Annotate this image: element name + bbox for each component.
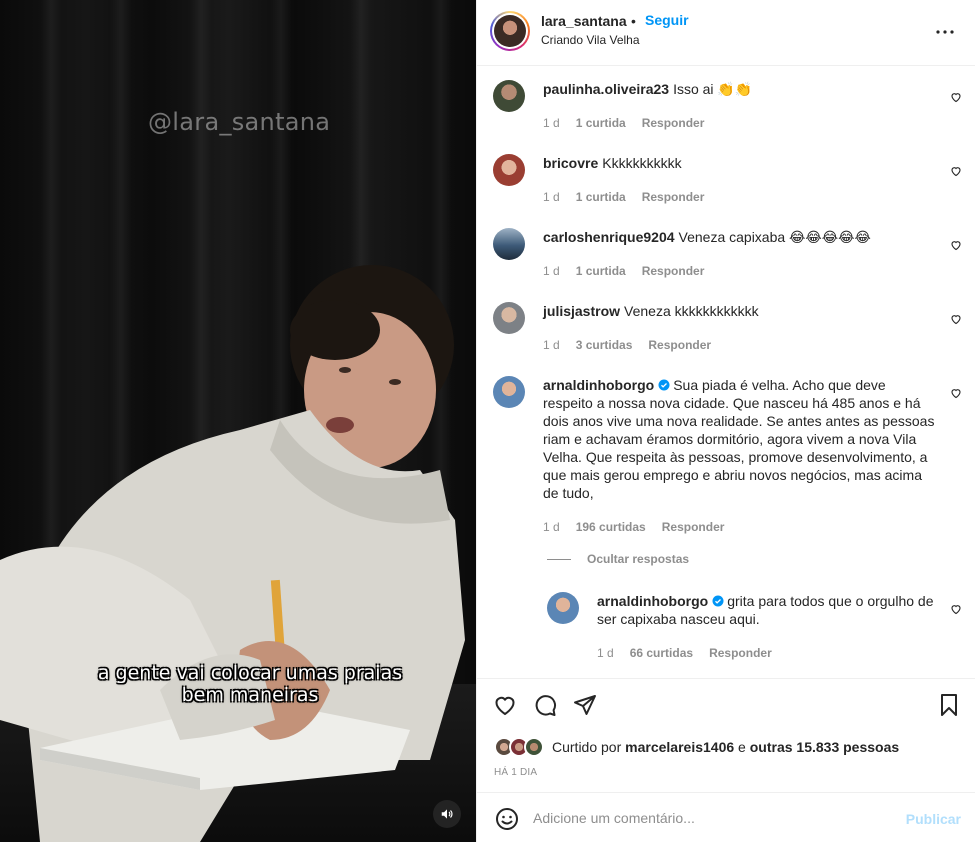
post-header: lara_santana • Seguir Criando Vila Velha — [477, 0, 975, 66]
publish-button[interactable]: Publicar — [906, 811, 961, 827]
header-separator: • — [631, 13, 636, 29]
likes-prefix: Curtido por — [552, 739, 622, 755]
comment-text: Kkkkkkkkkkk — [602, 155, 682, 171]
comment-input[interactable] — [533, 805, 893, 831]
commenter-avatar[interactable] — [493, 228, 525, 260]
reply-reply-button[interactable]: Responder — [709, 646, 772, 660]
reply-avatar[interactable] — [547, 592, 579, 624]
hide-replies-button[interactable]: Ocultar respostas — [547, 552, 689, 566]
comment-username[interactable]: arnaldinhoborgo — [543, 377, 654, 393]
video-frame-person — [0, 265, 465, 842]
reply-likes[interactable]: 66 curtidas — [630, 646, 693, 660]
comment-age[interactable]: 1 d — [543, 338, 560, 352]
commenter-avatar[interactable] — [493, 154, 525, 186]
post-location[interactable]: Criando Vila Velha — [541, 33, 640, 47]
author-avatar[interactable] — [490, 11, 530, 51]
liker-avatars[interactable] — [494, 737, 548, 757]
posted-time[interactable]: HÁ 1 DIA — [494, 767, 537, 778]
comment-heart-icon[interactable] — [950, 165, 962, 177]
bookmark-icon[interactable] — [937, 693, 961, 717]
likes-summary: Curtido por marcelareis1406 e outras 15.… — [494, 736, 899, 758]
comment-username[interactable]: bricovre — [543, 155, 598, 171]
reply-button[interactable]: Responder — [642, 190, 705, 204]
share-icon[interactable] — [573, 693, 597, 717]
comment-heart-icon[interactable] — [950, 387, 962, 399]
comment-age[interactable]: 1 d — [543, 264, 560, 278]
comment-likes[interactable]: 1 curtida — [576, 264, 626, 278]
mute-toggle-button[interactable] — [433, 800, 461, 828]
video-caption-line2: bem maneiras — [181, 684, 319, 706]
comment-age[interactable]: 1 d — [543, 520, 560, 534]
commenter-avatar[interactable] — [493, 302, 525, 334]
reply-heart-icon[interactable] — [950, 603, 962, 615]
reply-age[interactable]: 1 d — [597, 646, 614, 660]
hide-replies-label: Ocultar respostas — [587, 552, 690, 566]
commenter-avatar[interactable] — [493, 80, 525, 112]
comment-text: Sua piada é velha. Acho que deve respeit… — [543, 377, 935, 501]
reply-button[interactable]: Responder — [642, 264, 705, 278]
follow-button[interactable]: Seguir — [645, 12, 689, 28]
verified-icon — [658, 379, 670, 391]
reply-button[interactable]: Responder — [642, 116, 705, 130]
video-caption-line1: a gente vai colocar umas praias — [97, 662, 403, 684]
comment-text: Veneza capixaba 😂😂😂😂😂 — [678, 229, 871, 245]
reply-username[interactable]: arnaldinhoborgo — [597, 593, 708, 609]
comment-heart-icon[interactable] — [950, 91, 962, 103]
comment-likes[interactable]: 3 curtidas — [576, 338, 633, 352]
comment-icon[interactable] — [533, 693, 557, 717]
comment-heart-icon[interactable] — [950, 313, 962, 325]
verified-icon — [712, 595, 724, 607]
comment-username[interactable]: paulinha.oliveira23 — [543, 81, 669, 97]
post-video[interactable]: @lara_santana a gente vai colocar umas p… — [0, 0, 476, 842]
like-heart-icon[interactable] — [493, 693, 517, 717]
comment-username[interactable]: julisjastrow — [543, 303, 620, 319]
post-panel: lara_santana • Seguir Criando Vila Velha… — [476, 0, 975, 842]
likes-connector: e — [738, 739, 746, 755]
speaker-icon — [441, 809, 453, 819]
comment-age[interactable]: 1 d — [543, 116, 560, 130]
comment-likes[interactable]: 1 curtida — [576, 190, 626, 204]
author-username[interactable]: lara_santana — [541, 13, 627, 29]
post-actions: Curtido por marcelareis1406 e outras 15.… — [477, 678, 975, 792]
comment-age[interactable]: 1 d — [543, 190, 560, 204]
others-likes-link[interactable]: outras 15.833 pessoas — [750, 739, 899, 755]
comment-username[interactable]: carloshenrique9204 — [543, 229, 675, 245]
reply-button[interactable]: Responder — [662, 520, 725, 534]
comments-list: paulinha.oliveira23 Isso ai 👏👏 1 d 1 curti… — [477, 66, 975, 678]
comment-heart-icon[interactable] — [950, 239, 962, 251]
comment-text: Isso ai 👏👏 — [673, 81, 753, 97]
add-comment-bar: Publicar — [477, 792, 975, 842]
reply-button[interactable]: Responder — [648, 338, 711, 352]
comment-likes[interactable]: 1 curtida — [576, 116, 626, 130]
liker-username[interactable]: marcelareis1406 — [625, 739, 734, 755]
commenter-avatar[interactable] — [493, 376, 525, 408]
comment-likes[interactable]: 196 curtidas — [576, 520, 646, 534]
comment-text: Veneza kkkkkkkkkkkk — [624, 303, 759, 319]
more-options-icon[interactable] — [933, 20, 957, 44]
emoji-icon[interactable] — [495, 807, 519, 831]
